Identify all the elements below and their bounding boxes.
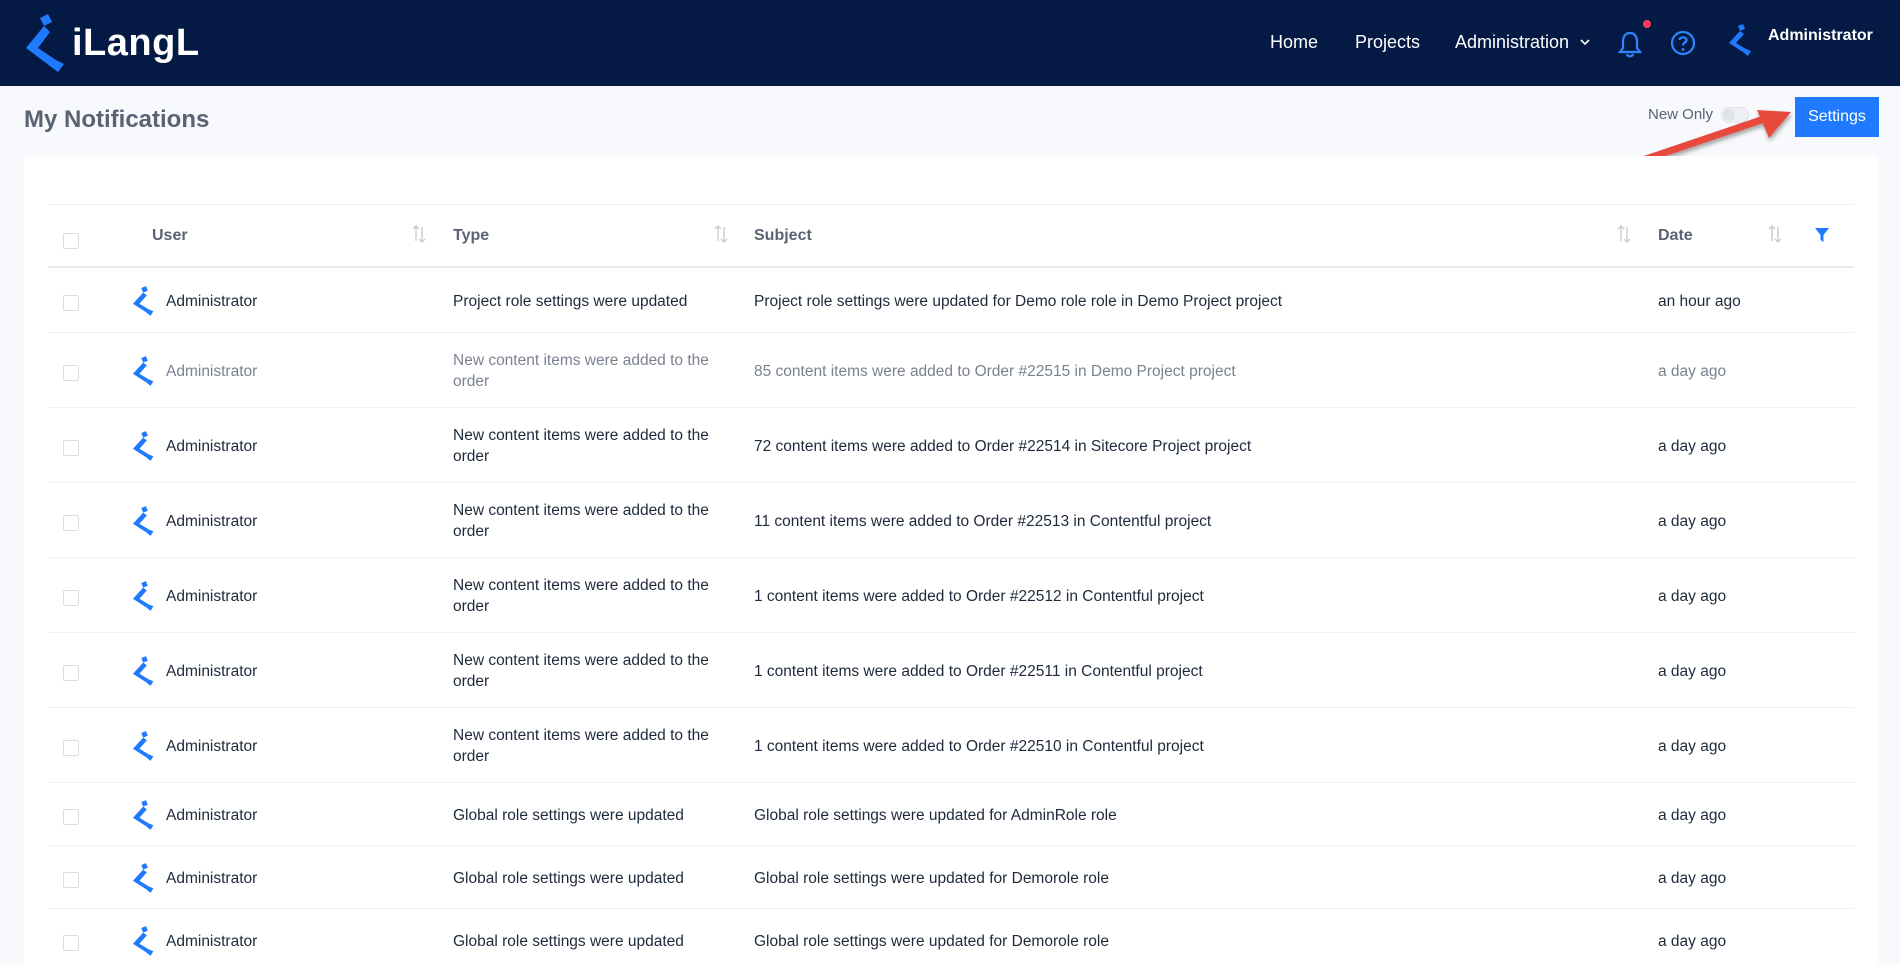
- row-checkbox[interactable]: [63, 871, 79, 888]
- nav-administration-label: Administration: [1455, 32, 1570, 52]
- column-header-date[interactable]: Date: [1658, 227, 1693, 245]
- row-checkbox[interactable]: [63, 934, 79, 951]
- row-date: a day ago: [1658, 806, 1727, 824]
- user-avatar-icon: [132, 355, 154, 386]
- row-user: Administrator: [166, 737, 258, 755]
- row-date: a day ago: [1658, 362, 1727, 380]
- row-type: Project role settings were updated: [453, 293, 688, 310]
- user-avatar-icon: [132, 655, 154, 686]
- row-date: a day ago: [1658, 587, 1727, 605]
- row-checkbox[interactable]: [63, 295, 79, 311]
- row-subject: Global role settings were updated for De…: [754, 932, 1109, 950]
- user-name: Administrator: [1768, 27, 1873, 44]
- table-row[interactable]: Administrator New content items were adde…: [48, 483, 1854, 558]
- user-avatar-icon: [1729, 24, 1751, 56]
- row-date: an hour ago: [1658, 293, 1741, 310]
- nav-home-link[interactable]: Home: [1270, 28, 1318, 56]
- row-type: Global role settings were updated: [453, 932, 684, 950]
- row-date: a day ago: [1658, 512, 1727, 530]
- user-avatar-icon: [132, 505, 154, 536]
- select-all-checkbox[interactable]: [63, 233, 79, 249]
- unread-indicator-dot: [1643, 20, 1651, 28]
- sort-icon[interactable]: [1768, 223, 1782, 245]
- row-subject: 1 content items were added to Order #225…: [754, 737, 1204, 755]
- user-avatar-icon: [132, 925, 154, 956]
- user-avatar-icon: [132, 730, 154, 761]
- column-header-type[interactable]: Type: [453, 227, 489, 245]
- row-user: Administrator: [166, 437, 258, 455]
- user-avatar-icon: [132, 799, 154, 830]
- row-subject: Project role settings were updated for D…: [754, 293, 1283, 310]
- table-row[interactable]: Administrator New content items were adde…: [48, 708, 1854, 783]
- notification-bell-icon[interactable]: [1617, 30, 1643, 58]
- sort-icon[interactable]: [412, 223, 426, 245]
- row-user: Administrator: [166, 806, 258, 824]
- row-type: New content items were added to the orde…: [453, 576, 709, 615]
- row-checkbox[interactable]: [63, 364, 79, 381]
- row-user: Administrator: [166, 362, 258, 380]
- row-user: Administrator: [166, 869, 258, 887]
- row-checkbox[interactable]: [63, 808, 79, 825]
- brand-name: iLangL: [72, 21, 200, 64]
- row-checkbox[interactable]: [63, 439, 79, 456]
- user-avatar-icon: [132, 580, 154, 611]
- table-row[interactable]: Administrator New content items were adde…: [48, 633, 1854, 708]
- column-header-user[interactable]: User: [152, 227, 188, 245]
- app-logo[interactable]: iLangL: [22, 12, 200, 74]
- row-subject: 1 content items were added to Order #225…: [754, 662, 1203, 680]
- row-date: a day ago: [1658, 932, 1727, 950]
- row-checkbox[interactable]: [63, 664, 79, 681]
- row-checkbox[interactable]: [63, 739, 79, 756]
- row-type: New content items were added to the orde…: [453, 501, 709, 540]
- help-icon[interactable]: [1670, 30, 1696, 56]
- row-subject: 1 content items were added to Order #225…: [754, 587, 1204, 605]
- row-date: a day ago: [1658, 437, 1727, 455]
- row-type: New content items were added to the orde…: [453, 651, 709, 690]
- row-date: a day ago: [1658, 662, 1727, 680]
- column-header-subject[interactable]: Subject: [754, 227, 812, 245]
- nav-projects-link[interactable]: Projects: [1355, 28, 1420, 56]
- row-type: Global role settings were updated: [453, 806, 684, 824]
- sort-icon[interactable]: [1617, 223, 1631, 245]
- user-avatar-icon: [132, 286, 154, 316]
- row-user: Administrator: [166, 662, 258, 680]
- user-avatar-icon: [132, 430, 154, 461]
- table-row[interactable]: Administrator Project role settings were …: [48, 269, 1854, 333]
- row-date: a day ago: [1658, 869, 1727, 887]
- nav-administration-menu[interactable]: Administration: [1455, 28, 1591, 56]
- row-subject: 72 content items were added to Order #22…: [754, 437, 1252, 455]
- table-row[interactable]: Administrator Global role settings were u…: [48, 783, 1854, 846]
- settings-button[interactable]: Settings: [1795, 97, 1879, 137]
- table-row[interactable]: Administrator Global role settings were u…: [48, 846, 1854, 909]
- top-nav-bar: iLangL Home Projects Administration Admi…: [0, 0, 1900, 86]
- table-row[interactable]: Administrator New content items were adde…: [48, 408, 1854, 483]
- table-row[interactable]: Administrator New content items were adde…: [48, 333, 1854, 408]
- row-checkbox[interactable]: [63, 589, 79, 606]
- table-row[interactable]: Administrator New content items were adde…: [48, 558, 1854, 633]
- row-user: Administrator: [166, 512, 258, 530]
- row-user: Administrator: [166, 293, 258, 310]
- page-title: My Notifications: [24, 106, 210, 133]
- row-date: a day ago: [1658, 737, 1727, 755]
- row-type: New content items were added to the orde…: [453, 351, 709, 390]
- row-type: Global role settings were updated: [453, 869, 684, 887]
- chevron-down-icon: [1580, 39, 1590, 46]
- row-subject: 85 content items were added to Order #22…: [754, 362, 1236, 380]
- sort-icon[interactable]: [714, 223, 728, 245]
- user-avatar-icon: [132, 862, 154, 893]
- row-user: Administrator: [166, 587, 258, 605]
- table-row[interactable]: Administrator Global role settings were u…: [48, 909, 1854, 964]
- notifications-panel: User Type Subject Date Administrator Proj…: [24, 156, 1878, 964]
- row-subject: Global role settings were updated for De…: [754, 869, 1109, 887]
- row-user: Administrator: [166, 932, 258, 950]
- filter-icon[interactable]: [1814, 227, 1830, 243]
- row-type: New content items were added to the orde…: [453, 726, 709, 765]
- table-header: User Type Subject Date: [48, 204, 1854, 268]
- row-checkbox[interactable]: [63, 514, 79, 531]
- row-type: New content items were added to the orde…: [453, 426, 709, 465]
- ilangl-logo-icon: [26, 14, 64, 72]
- row-subject: Global role settings were updated for Ad…: [754, 806, 1117, 824]
- row-subject: 11 content items were added to Order #22…: [754, 512, 1212, 530]
- user-menu[interactable]: Administrator: [1728, 24, 1873, 56]
